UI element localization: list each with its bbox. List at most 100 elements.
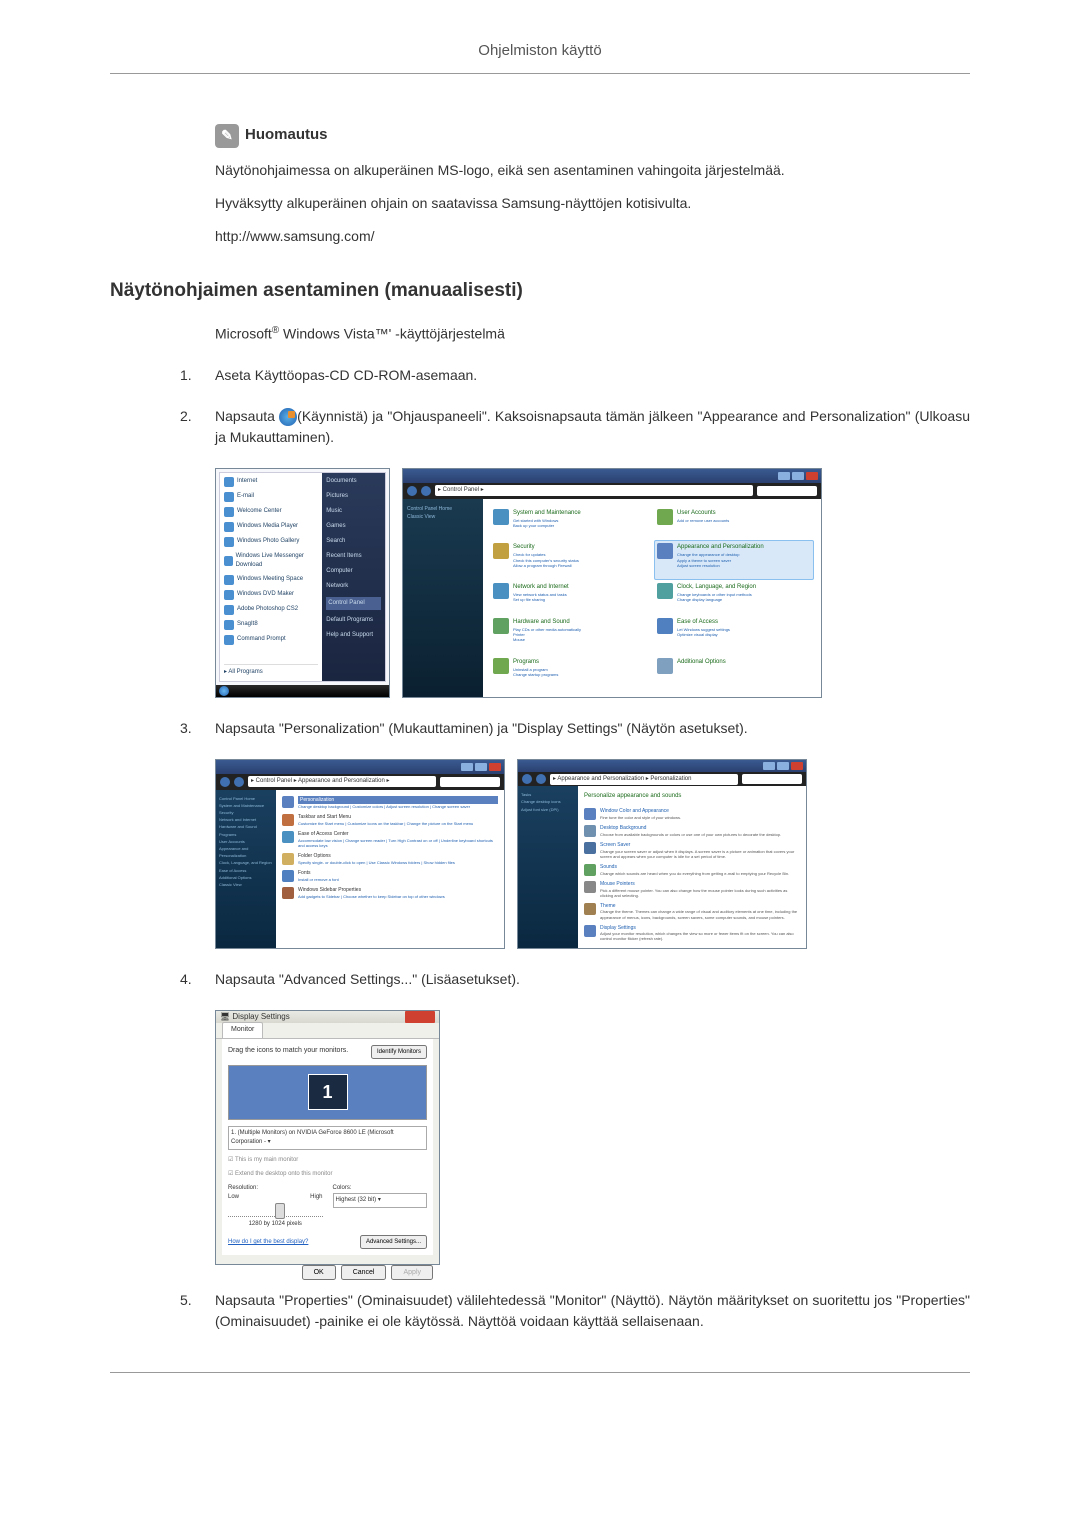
notice-text-2: Hyväksytty alkuperäinen ohjain on saatav… — [215, 193, 970, 214]
start-orb-icon — [219, 686, 229, 696]
pers-option: Display SettingsAdjust your monitor reso… — [584, 925, 800, 942]
step-2: 2. Napsauta (Käynnistä) ja "Ohjauspaneel… — [180, 406, 970, 448]
main-monitor-checkbox: ☑ This is my main monitor — [228, 1156, 427, 1164]
start-menu-right-item: Control Panel — [326, 597, 381, 610]
pers-category: Taskbar and Start MenuCustomize the Star… — [282, 814, 498, 826]
start-menu-item: Windows Meeting Space — [224, 575, 318, 585]
start-menu-right-item: Music — [326, 507, 381, 516]
start-menu-screenshot: InternetE-mailWelcome CenterWindows Medi… — [215, 468, 390, 698]
pers-category: Folder OptionsSpecify single- or double-… — [282, 853, 498, 865]
start-menu-item: Welcome Center — [224, 507, 318, 517]
step-5: 5. Napsauta "Properties" (Ominaisuudet) … — [180, 1290, 970, 1332]
pers-option: Screen SaverChange your screen saver or … — [584, 842, 800, 859]
colors-select: Highest (32 bit) ▾ — [333, 1193, 428, 1208]
start-menu-right-item: Games — [326, 522, 381, 531]
notice-text-1: Näytönohjaimessa on alkuperäinen MS-logo… — [215, 160, 970, 181]
apply-button: Apply — [391, 1265, 433, 1280]
pers-side-item: Change desktop icons — [521, 798, 575, 805]
pers-option: Window Color and AppearanceFine tune the… — [584, 808, 800, 820]
cp-category: User AccountsAdd or remove user accounts — [657, 509, 811, 538]
monitor-preview: 1 — [228, 1065, 427, 1120]
colors-label: Colors: — [333, 1184, 428, 1193]
display-settings-screenshot: 🖥 Display Settings Monitor Drag the icon… — [215, 1010, 440, 1265]
start-menu-item: Adobe Photoshop CS2 — [224, 605, 318, 615]
tab-monitor: Monitor — [222, 1022, 263, 1038]
pers-side-item: Appearance and Personalization — [219, 845, 273, 859]
advanced-settings-button: Advanced Settings... — [360, 1235, 427, 1249]
screenshot-step3: ▸ Control Panel ▸ Appearance and Persona… — [215, 759, 970, 949]
start-menu-item: Windows Photo Gallery — [224, 537, 318, 547]
start-menu-right-item: Network — [326, 582, 381, 591]
start-menu-item: Command Prompt — [224, 635, 318, 645]
cancel-button: Cancel — [341, 1265, 387, 1280]
cp-category: SecurityCheck for updatesCheck this comp… — [493, 543, 647, 577]
ok-button: OK — [302, 1265, 336, 1280]
resolution-slider — [228, 1205, 323, 1217]
pers-side-item: Network and Internet — [219, 816, 273, 823]
start-menu-item: E-mail — [224, 492, 318, 502]
control-panel-screenshot: ▸ Control Panel ▸ Control Panel HomeClas… — [402, 468, 822, 698]
step-4: 4. Napsauta "Advanced Settings..." (Lisä… — [180, 969, 970, 990]
pers-category: Windows Sidebar PropertiesAdd gadgets to… — [282, 887, 498, 899]
notice-title: Huomautus — [245, 124, 328, 147]
drag-label: Drag the icons to match your monitors. — [228, 1046, 348, 1057]
pers-side-item: Tasks — [521, 791, 575, 798]
section-subtitle: Microsoft® Windows Vista™' -käyttöjärjes… — [215, 323, 970, 345]
cp-side-item: Control Panel Home — [407, 505, 479, 513]
start-menu-right-item: Pictures — [326, 492, 381, 501]
pers-option: ThemeChange the theme. Themes can change… — [584, 903, 800, 920]
cp-category: Hardware and SoundPlay CDs or other medi… — [493, 618, 647, 652]
identify-monitors-button: Identify Monitors — [371, 1045, 427, 1059]
close-icon — [405, 1011, 435, 1023]
page-footer — [110, 1372, 970, 1392]
start-menu-right-item: Search — [326, 537, 381, 546]
pers-side-item: Classic View — [219, 881, 273, 888]
pers-side-item: User Accounts — [219, 838, 273, 845]
section-title: Näytönohjaimen asentaminen (manuaalisest… — [110, 277, 970, 306]
pers-option: Mouse PointersPick a different mouse poi… — [584, 881, 800, 898]
pers-side-item: Additional Options — [219, 874, 273, 881]
appearance-window-screenshot: ▸ Control Panel ▸ Appearance and Persona… — [215, 759, 505, 949]
cp-category: Additional Options — [657, 658, 811, 687]
screenshot-step2: InternetE-mailWelcome CenterWindows Medi… — [215, 468, 970, 698]
help-link: How do I get the best display? — [228, 1238, 308, 1247]
start-menu-item: Windows DVD Maker — [224, 590, 318, 600]
start-menu-right-item: Recent Items — [326, 552, 381, 561]
pers-category: PersonalizationChange desktop background… — [282, 796, 498, 810]
cp-category: Appearance and PersonalizationChange the… — [654, 540, 814, 580]
pers-side-item: Programs — [219, 831, 273, 838]
start-menu-item: SnagIt8 — [224, 620, 318, 630]
pers-option: Desktop BackgroundChoose from available … — [584, 825, 800, 837]
personalization-window-screenshot: ▸ Appearance and Personalization ▸ Perso… — [517, 759, 807, 949]
pers-category: Ease of Access CenterAccommodate low vis… — [282, 831, 498, 848]
notice-icon: ✎ — [215, 124, 239, 148]
step-3: 3. Napsauta "Personalization" (Mukauttam… — [180, 718, 970, 739]
cp-side-item: Classic View — [407, 513, 479, 521]
step-1: 1. Aseta Käyttöopas-CD CD-ROM-asemaan. — [180, 365, 970, 386]
monitor-select: 1. (Multiple Monitors) on NVIDIA GeForce… — [228, 1126, 427, 1150]
start-menu-item: Windows Live Messenger Download — [224, 552, 318, 570]
resolution-label: Resolution: — [228, 1184, 323, 1193]
pers-side-item: Ease of Access — [219, 867, 273, 874]
notice-url: http://www.samsung.com/ — [215, 226, 970, 247]
cp-category: Clock, Language, and RegionChange keyboa… — [657, 583, 811, 612]
pers-side-item: System and Maintenance — [219, 802, 273, 809]
cp-category: Ease of AccessLet Windows suggest settin… — [657, 618, 811, 652]
cp-category: System and MaintenanceGet started with W… — [493, 509, 647, 538]
start-menu-item: Windows Media Player — [224, 522, 318, 532]
start-menu-right-item: Default Programs — [326, 616, 381, 625]
pers-side-item: Clock, Language, and Region — [219, 859, 273, 866]
dialog-title: 🖥 Display Settings — [220, 1011, 290, 1023]
start-menu-right-item: Computer — [326, 567, 381, 576]
cp-category: ProgramsUninstall a programChange startu… — [493, 658, 647, 687]
pers-category: FontsInstall or remove a font — [282, 870, 498, 882]
start-menu-right-item: Documents — [326, 477, 381, 486]
resolution-value: 1280 by 1024 pixels — [228, 1220, 323, 1229]
pers-side-item: Control Panel Home — [219, 795, 273, 802]
pers-option: SoundsChange which sounds are heard when… — [584, 864, 800, 876]
pers-side-item: Security — [219, 809, 273, 816]
notice-section: ✎ Huomautus Näytönohjaimessa on alkuperä… — [215, 124, 970, 247]
pers-side-item: Hardware and Sound — [219, 823, 273, 830]
all-programs: ▸ All Programs — [224, 664, 318, 677]
extend-desktop-checkbox: ☑ Extend the desktop onto this monitor — [228, 1170, 427, 1178]
